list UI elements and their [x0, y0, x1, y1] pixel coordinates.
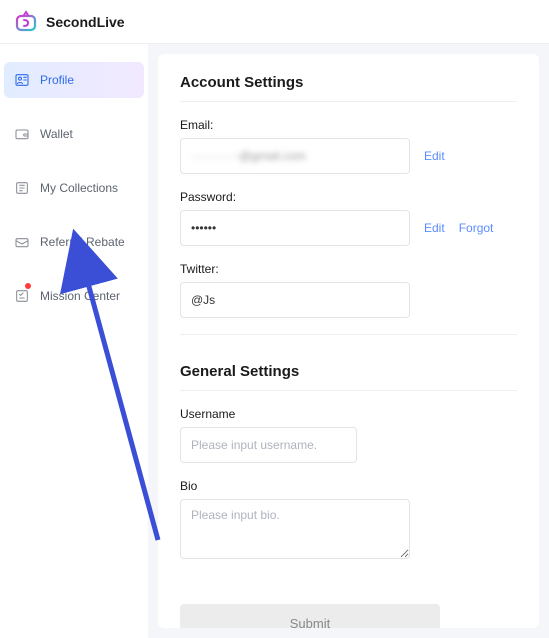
password-edit-button[interactable]: Edit — [424, 221, 445, 235]
submit-button[interactable]: Submit — [180, 604, 440, 628]
bio-input[interactable] — [180, 499, 410, 559]
twitter-field-row: Twitter: @Js — [180, 262, 517, 318]
username-label: Username — [180, 407, 517, 421]
sidebar-item-mission[interactable]: Mission Center — [0, 278, 148, 314]
secondlive-logo-icon — [14, 10, 38, 34]
email-label: Email: — [180, 118, 517, 132]
sidebar-item-wallet[interactable]: Wallet — [0, 116, 148, 152]
password-display: •••••• — [180, 210, 410, 246]
twitter-value: @Js — [191, 293, 215, 307]
email-value: ············@gmail.com — [191, 149, 306, 163]
section-divider — [180, 334, 517, 335]
account-settings-title: Account Settings — [180, 74, 517, 102]
email-display: ············@gmail.com — [180, 138, 410, 174]
main-layout: Profile Wallet My Collections Referral R… — [0, 44, 549, 638]
app-header: SecondLive — [0, 0, 549, 44]
sidebar-item-label: My Collections — [40, 181, 118, 195]
bio-label: Bio — [180, 479, 517, 493]
mission-icon — [14, 288, 30, 304]
brand-name: SecondLive — [46, 14, 125, 30]
twitter-label: Twitter: — [180, 262, 517, 276]
password-value: •••••• — [191, 221, 216, 235]
settings-panel: Account Settings Email: ············@gma… — [158, 54, 539, 628]
twitter-display: @Js — [180, 282, 410, 318]
sidebar-item-collections[interactable]: My Collections — [0, 170, 148, 206]
brand-logo[interactable]: SecondLive — [14, 10, 125, 34]
password-field-row: Password: •••••• Edit Forgot — [180, 190, 517, 246]
notification-dot — [25, 283, 31, 289]
sidebar-item-label: Referral Rebate — [40, 235, 125, 249]
password-forgot-button[interactable]: Forgot — [459, 221, 494, 235]
profile-icon — [14, 72, 30, 88]
bio-field-row: Bio — [180, 479, 517, 564]
sidebar-item-profile[interactable]: Profile — [4, 62, 144, 98]
referral-icon — [14, 234, 30, 250]
sidebar-item-label: Profile — [40, 73, 74, 87]
sidebar-item-label: Wallet — [40, 127, 73, 141]
sidebar-item-label: Mission Center — [40, 289, 120, 303]
email-field-row: Email: ············@gmail.com Edit — [180, 118, 517, 174]
sidebar-item-referral[interactable]: Referral Rebate — [0, 224, 148, 260]
username-field-row: Username — [180, 407, 517, 463]
password-label: Password: — [180, 190, 517, 204]
wallet-icon — [14, 126, 30, 142]
email-edit-button[interactable]: Edit — [424, 149, 445, 163]
general-settings-title: General Settings — [180, 363, 517, 391]
content-area: Account Settings Email: ············@gma… — [148, 44, 549, 638]
collections-icon — [14, 180, 30, 196]
sidebar: Profile Wallet My Collections Referral R… — [0, 44, 148, 638]
username-input[interactable] — [180, 427, 357, 463]
